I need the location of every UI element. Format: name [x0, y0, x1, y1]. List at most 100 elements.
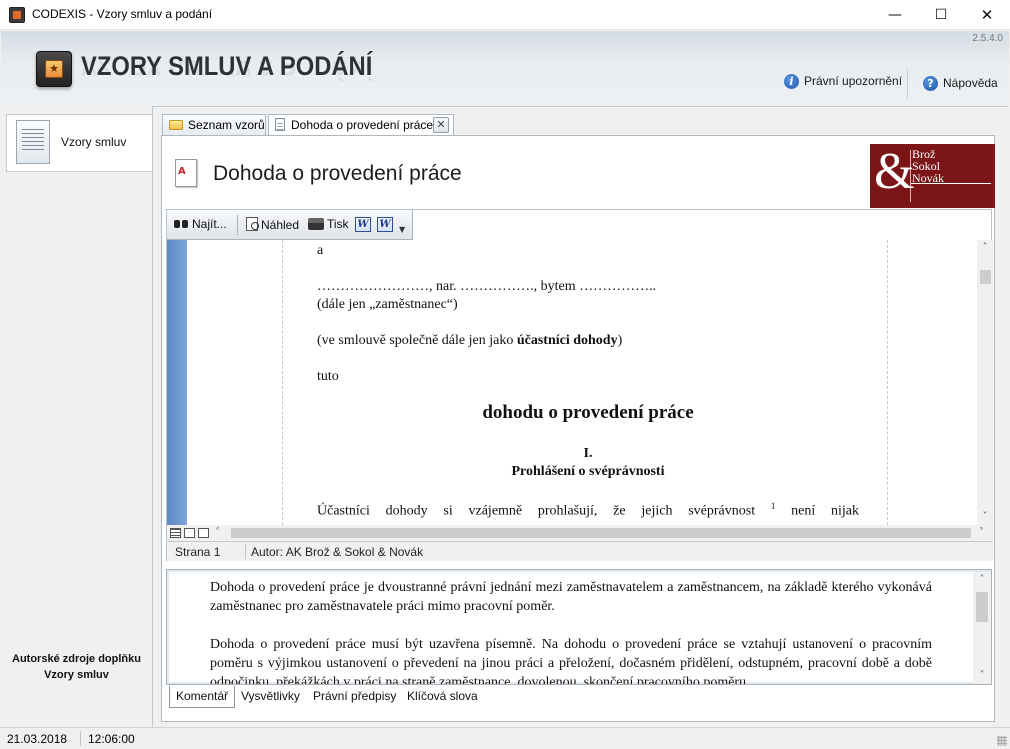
page-margin-bar [167, 240, 187, 525]
horizontal-scroll-thumb[interactable] [231, 528, 971, 538]
page-line: (dále jen „zaměstnanec“) [317, 297, 458, 312]
tab-document[interactable]: Dohoda o provedení práce ✕ [268, 114, 454, 136]
print-button[interactable]: Tisk [308, 217, 349, 234]
header-divider [907, 69, 908, 99]
close-tab-icon[interactable]: ✕ [433, 117, 449, 133]
page-area[interactable]: a ……………………, nar. ……………., bytem …………….. (… [167, 240, 977, 525]
page-line: Účastníci dohody si vzájemně prohlašují,… [317, 501, 859, 520]
page-line: ……………………, nar. ……………., bytem …………….. [317, 279, 657, 294]
preview-label: Náhled [261, 218, 300, 232]
preview-button[interactable]: Náhled [246, 217, 299, 234]
help-icon: ? [923, 76, 938, 92]
status-divider [245, 544, 246, 559]
page-line: tuto [317, 369, 339, 384]
page-text-run: Účastníci dohody si vzájemně prohlašují,… [317, 503, 756, 519]
page-section-title: Prohlášení o svéprávnosti [511, 464, 665, 479]
document-title: Dohoda o provedení práce [213, 162, 462, 185]
find-label: Najít... [192, 217, 227, 231]
info-icon: i [784, 74, 799, 90]
find-button[interactable]: Najít... [174, 217, 227, 234]
page-line: a [317, 243, 324, 258]
comment-vertical-scrollbar[interactable]: ˄ ˅ [973, 572, 991, 684]
comment-paragraph: Dohoda o provedení práce musí být uzavře… [210, 637, 932, 685]
sidebar-footer-line1: Autorské zdroje doplňku [12, 653, 141, 665]
comment-panel: Dohoda o provedení práce je dvoustranné … [166, 569, 992, 685]
sidebar-footer: Autorské zdroje doplňku Vzory smluv [1, 651, 152, 683]
printer-icon [308, 218, 324, 230]
page-section-number: I. [583, 446, 593, 461]
scroll-right-icon[interactable]: ˃ [979, 525, 991, 541]
viewer-status-bar: Strana 1 Autor: AK Brož & Sokol & Novák [167, 541, 993, 561]
binoculars-icon [174, 218, 189, 230]
app-logo: ★ [36, 51, 72, 87]
scroll-down-icon[interactable]: ˅ [974, 668, 990, 684]
app-icon [9, 7, 25, 23]
scroll-up-icon[interactable]: ˄ [974, 572, 990, 588]
sidebar-item-contract-templates[interactable]: Vzory smluv [6, 114, 153, 172]
scroll-thumb[interactable] [976, 592, 988, 622]
toolbar-separator [237, 215, 238, 235]
version-label: 2.5.4.0 [972, 33, 1003, 44]
tab-comment[interactable]: Komentář [169, 686, 236, 708]
header-title-reflection: VZORY SMLUV A PODÁNÍ [81, 61, 373, 81]
page-line: (ve smlouvě společně dále jen jako účast… [317, 333, 622, 349]
tab-keywords[interactable]: Klíčová slova [401, 686, 484, 708]
print-layout-view-icon[interactable] [198, 528, 209, 538]
word-export-icon[interactable]: W [377, 217, 393, 232]
page-text-run: není nijak [775, 503, 859, 519]
viewer-vertical-scrollbar[interactable]: ˄ ˅ [977, 240, 993, 525]
page-number: Strana 1 [175, 545, 221, 559]
page-icon [275, 118, 285, 131]
left-margin-guide [282, 240, 283, 525]
normal-view-icon[interactable] [170, 528, 181, 538]
sidebar: Vzory smluv Autorské zdroje doplňku Vzor… [1, 106, 153, 727]
scroll-left-icon[interactable]: ˂ [215, 525, 227, 541]
page-heading: dohodu o provedení práce [482, 402, 694, 423]
document-icon [16, 120, 50, 164]
window-title: CODEXIS - Vzory smluv a podání [32, 7, 213, 21]
tab-legal-regulations[interactable]: Právní předpisy [307, 686, 402, 708]
pdf-document-icon [175, 159, 197, 187]
status-bar: 21.03.2018 12:06:00 [0, 727, 1010, 749]
tab-explanatory-notes[interactable]: Vysvětlivky [235, 686, 306, 708]
status-date: 21.03.2018 [7, 732, 68, 746]
status-time: 12:06:00 [88, 732, 135, 746]
tab-label: Seznam vzorů [188, 118, 265, 132]
web-view-icon[interactable] [184, 528, 195, 538]
folder-icon [169, 120, 183, 130]
page-text-run: ) [617, 333, 623, 348]
main-panel: Seznam vzorů Dohoda o provedení práce ✕ … [152, 106, 1008, 727]
status-divider [80, 731, 81, 746]
tab-template-list[interactable]: Seznam vzorů [162, 114, 266, 135]
minimize-button[interactable]: — [872, 0, 918, 30]
print-label: Tisk [327, 217, 349, 231]
viewer-horizontal-bar: ˂ ˃ [167, 525, 993, 541]
help-label: Nápověda [943, 76, 998, 90]
title-bar: CODEXIS - Vzory smluv a podání — ☐ ✕ [0, 0, 1010, 30]
word-icon[interactable]: W [355, 217, 371, 232]
logo-rule [911, 183, 991, 184]
document-panel: Dohoda o provedení práce & Brož Sokol No… [161, 135, 995, 722]
legal-notice-link[interactable]: i Právní upozornění [784, 74, 902, 92]
scroll-up-icon[interactable]: ˄ [977, 240, 993, 256]
viewer-toolbar: Najít... Náhled Tisk W W ▼ [167, 210, 413, 240]
sidebar-item-label: Vzory smluv [61, 135, 127, 149]
tab-label: Dohoda o provedení práce [291, 118, 434, 132]
app-header: 2.5.4.0 ★ VZORY SMLUV A PODÁNÍ VZORY SML… [1, 31, 1009, 106]
sidebar-footer-line2: Vzory smluv [44, 669, 109, 681]
right-margin-guide [887, 240, 888, 525]
maximize-button[interactable]: ☐ [918, 0, 964, 30]
bottom-tab-strip: Komentář Vysvětlivky Právní předpisy Klí… [166, 686, 992, 710]
close-window-button[interactable]: ✕ [964, 0, 1010, 30]
publisher-logo: & Brož Sokol Novák [870, 143, 995, 208]
scroll-down-icon[interactable]: ˅ [977, 509, 993, 525]
help-link[interactable]: ? Nápověda [923, 76, 998, 94]
preview-icon [246, 217, 259, 231]
resize-grip-icon[interactable] [997, 736, 1007, 746]
legal-notice-label: Právní upozornění [804, 74, 903, 88]
comment-text: Dohoda o provedení práce je dvoustranné … [210, 578, 932, 685]
toolbar-overflow-icon[interactable]: ▼ [399, 225, 409, 239]
page-text-bold: účastníci dohody [516, 333, 618, 348]
comment-paragraph: Dohoda o provedení práce je dvoustranné … [210, 580, 932, 614]
scroll-thumb[interactable] [980, 270, 991, 284]
